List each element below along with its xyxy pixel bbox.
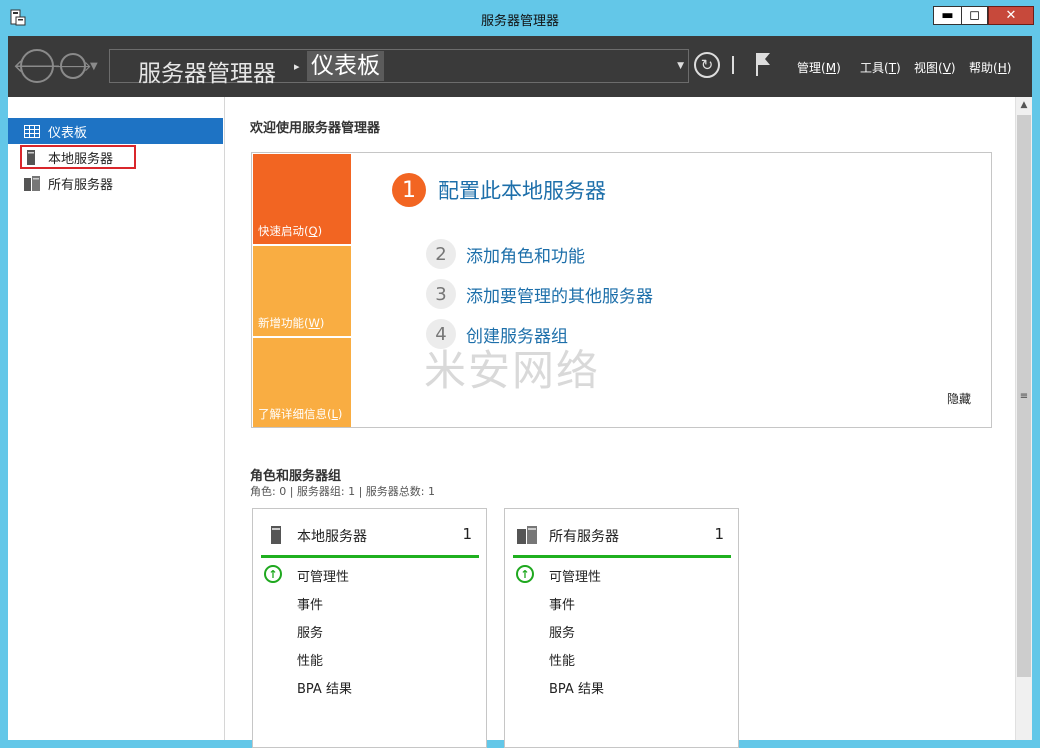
- card-title[interactable]: 本地服务器: [297, 526, 367, 546]
- maximize-button[interactable]: ◻: [961, 6, 988, 25]
- refresh-icon: ↻: [700, 56, 714, 74]
- close-button[interactable]: ✕: [988, 6, 1034, 25]
- tile-whats-new-key: W: [308, 316, 320, 330]
- menu-view-label: 视图: [914, 61, 939, 75]
- card-count: 1: [462, 525, 472, 543]
- card-row-manageability[interactable]: 可管理性: [549, 566, 601, 585]
- step-label[interactable]: 添加要管理的其他服务器: [466, 282, 653, 307]
- arrow-right-icon: 🡒: [54, 58, 92, 75]
- menu-manage[interactable]: 管理(M): [797, 59, 841, 76]
- step-number: 2: [426, 239, 456, 269]
- card-row-manageability[interactable]: 可管理性: [297, 566, 349, 585]
- tile-quick-start-label: 快速启动(Q): [258, 224, 323, 238]
- refresh-button[interactable]: ↻: [694, 52, 720, 78]
- navigation-bar: 🡐 🡒 ▼ 服务器管理器 ▸ 仪表板 ▼ ↻ 管理(M) 工具(T) 视图(V)…: [8, 36, 1032, 97]
- server-icon: [271, 526, 281, 544]
- breadcrumb-dropdown-icon[interactable]: ▼: [677, 61, 684, 71]
- sidebar-item-dashboard[interactable]: 仪表板: [8, 118, 223, 144]
- card-row-bpa[interactable]: BPA 结果: [549, 678, 604, 697]
- step-number: 3: [426, 279, 456, 309]
- welcome-heading: 欢迎使用服务器管理器: [250, 121, 381, 136]
- roles-summary: 角色: 0 | 服务器组: 1 | 服务器总数: 1: [250, 485, 436, 498]
- sidebar-item-dashboard-label: 仪表板: [48, 125, 88, 141]
- status-ok-icon: ↑: [264, 565, 282, 583]
- menu-view-key: V: [942, 61, 951, 75]
- tile-learn-more-text: 了解详细信息: [258, 407, 327, 421]
- card-count: 1: [714, 525, 724, 543]
- step-label[interactable]: 配置此本地服务器: [438, 175, 606, 205]
- status-bar: [513, 555, 731, 558]
- sidebar: 仪表板 本地服务器 所有服务器: [8, 97, 225, 740]
- menu-tools-label: 工具: [860, 61, 885, 75]
- card-row-performance[interactable]: 性能: [549, 650, 575, 669]
- card-row-events[interactable]: 事件: [297, 594, 323, 613]
- menu-tools[interactable]: 工具(T): [860, 59, 901, 76]
- card-row-bpa[interactable]: BPA 结果: [297, 678, 352, 697]
- back-button[interactable]: 🡐: [13, 49, 61, 83]
- menu-help-label: 帮助: [969, 61, 994, 75]
- card-row-services[interactable]: 服务: [549, 622, 575, 641]
- card-row-services[interactable]: 服务: [297, 622, 323, 641]
- tile-whats-new-label: 新增功能(W): [258, 316, 325, 330]
- servers-icon: [24, 175, 40, 191]
- menu-manage-label: 管理: [797, 61, 822, 75]
- server-manager-window: 服务器管理器 ▬ ◻ ✕ 🡐 🡒 ▼ 服务器管理器 ▸ 仪表板 ▼ ↻ 管理(M…: [0, 0, 1040, 748]
- tile-quick-start-key: Q: [308, 224, 318, 238]
- title-bar: 服务器管理器 ▬ ◻ ✕: [0, 0, 1040, 36]
- tile-whats-new[interactable]: 新增功能(W): [253, 246, 351, 336]
- hide-link[interactable]: 隐藏: [947, 390, 971, 407]
- status-ok-icon: ↑: [516, 565, 534, 583]
- roles-section-title: 角色和服务器组: [250, 469, 342, 484]
- servers-icon: [517, 526, 537, 544]
- tile-learn-more[interactable]: 了解详细信息(L): [253, 338, 351, 427]
- card-all-servers[interactable]: 所有服务器 1 ↑ 可管理性 事件 服务 性能 BPA 结果: [504, 508, 739, 748]
- breadcrumb-root[interactable]: 服务器管理器: [138, 54, 276, 88]
- scroll-up-icon[interactable]: ▲: [1016, 97, 1032, 113]
- tile-learn-more-label: 了解详细信息(L): [258, 407, 343, 421]
- card-title[interactable]: 所有服务器: [549, 526, 619, 546]
- breadcrumb[interactable]: 服务器管理器 ▸ 仪表板 ▼: [109, 49, 689, 87]
- tile-quick-start[interactable]: 快速启动(Q): [253, 154, 351, 244]
- menu-view[interactable]: 视图(V): [914, 59, 956, 76]
- quick-start-panel: 快速启动(Q) 新增功能(W) 了解详细信息(L) 1 配置此本地服务器 2 添…: [251, 152, 992, 428]
- menu-help-key: H: [997, 61, 1007, 75]
- watermark-text: 米安网络: [424, 346, 601, 395]
- scroll-thumb[interactable]: ≡: [1017, 115, 1031, 677]
- tile-quick-start-text: 快速启动: [258, 224, 304, 238]
- step-number: 1: [392, 173, 426, 207]
- forward-button[interactable]: 🡒: [54, 53, 92, 79]
- highlight-box: [20, 145, 136, 169]
- card-row-performance[interactable]: 性能: [297, 650, 323, 669]
- status-bar: [261, 555, 479, 558]
- sidebar-item-all-servers-label: 所有服务器: [48, 177, 114, 193]
- window-title: 服务器管理器: [480, 14, 559, 29]
- grip-icon: ≡: [1019, 390, 1029, 402]
- notifications-flag-icon[interactable]: [753, 51, 773, 77]
- tile-whats-new-text: 新增功能: [258, 316, 304, 330]
- step-add-servers[interactable]: 3 添加要管理的其他服务器: [426, 279, 653, 309]
- menu-manage-key: M: [825, 61, 837, 75]
- tile-learn-more-key: L: [331, 407, 338, 421]
- breadcrumb-separator-icon: ▸: [294, 60, 300, 73]
- menu-help[interactable]: 帮助(H): [969, 59, 1011, 76]
- toolbar-divider: [732, 56, 734, 74]
- step-label[interactable]: 添加角色和功能: [466, 242, 585, 267]
- history-dropdown-icon[interactable]: ▼: [90, 61, 98, 72]
- card-row-events[interactable]: 事件: [549, 594, 575, 613]
- breadcrumb-current[interactable]: 仪表板: [307, 51, 384, 81]
- dashboard-content: 欢迎使用服务器管理器 快速启动(Q) 新增功能(W) 了解详细信息(L) 1 配…: [225, 97, 1015, 748]
- dashboard-icon: [24, 124, 40, 138]
- card-local-server[interactable]: 本地服务器 1 ↑ 可管理性 事件 服务 性能 BPA 结果: [252, 508, 487, 748]
- step-add-roles[interactable]: 2 添加角色和功能: [426, 239, 585, 269]
- sidebar-item-all-servers[interactable]: 所有服务器: [8, 170, 223, 196]
- vertical-scrollbar[interactable]: ▲ ≡: [1015, 97, 1032, 740]
- minimize-button[interactable]: ▬: [933, 6, 961, 25]
- menu-tools-key: T: [888, 61, 897, 75]
- step-configure-local-server[interactable]: 1 配置此本地服务器: [392, 173, 606, 207]
